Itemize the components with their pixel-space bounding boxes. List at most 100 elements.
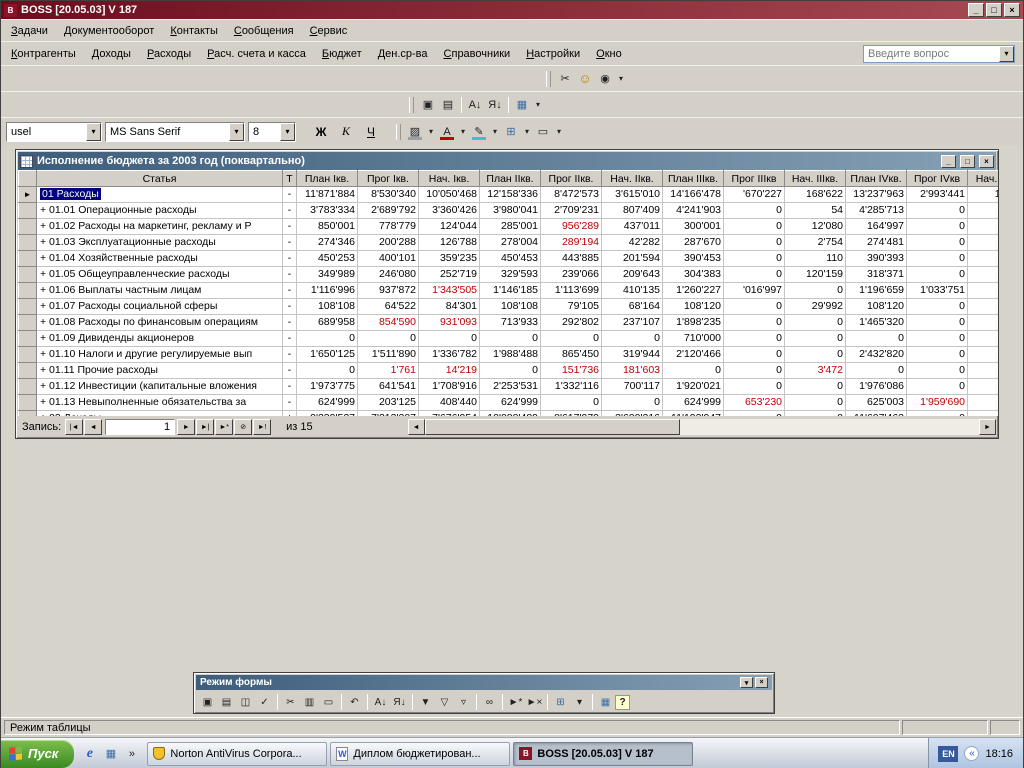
row-selector[interactable] <box>19 203 37 219</box>
font-color-dropdown[interactable]: ▾ <box>457 123 469 141</box>
table-row[interactable]: + 01.08 Расходы по финансовым операциям-… <box>19 315 999 331</box>
value-cell[interactable]: 0 <box>297 363 358 379</box>
value-cell[interactable]: 1'033'751 <box>907 283 968 299</box>
close-button[interactable]: × <box>1004 3 1020 17</box>
value-cell[interactable]: 11'871'884 <box>297 187 358 203</box>
value-cell[interactable]: 3'615'010 <box>602 187 663 203</box>
value-cell[interactable]: 390'453 <box>663 251 724 267</box>
chevron-down-icon[interactable]: ▾ <box>280 123 295 141</box>
value-cell[interactable]: 11'607'463 <box>846 411 907 417</box>
value-cell[interactable]: 110 <box>785 251 846 267</box>
value-cell[interactable]: 0 <box>724 347 785 363</box>
chevron-down-icon[interactable]: ▾ <box>86 123 101 141</box>
database-window-icon[interactable]: ⊞ <box>551 693 570 712</box>
article-cell[interactable]: + 01.09 Дивиденды акционеров <box>37 331 283 347</box>
value-cell[interactable]: 0 <box>724 235 785 251</box>
scissors-icon[interactable]: ✂ <box>555 70 575 88</box>
previous-record-button[interactable]: ◄ <box>84 419 102 435</box>
table-row[interactable]: + 01.12 Инвестиции (капитальные вложения… <box>19 379 999 395</box>
value-cell[interactable]: 0 <box>846 331 907 347</box>
column-header[interactable]: План IIIкв. <box>663 171 724 187</box>
value-cell[interactable]: 624'999 <box>480 395 541 411</box>
value-cell[interactable]: 79'105 <box>541 299 602 315</box>
sort-ascending-icon[interactable]: А↓ <box>371 693 390 712</box>
underline-button[interactable]: Ч <box>360 122 382 142</box>
restore-button[interactable]: □ <box>960 155 975 168</box>
article-cell[interactable]: + 01.08 Расходы по финансовым операциям <box>37 315 283 331</box>
view-icon[interactable]: ▦ <box>512 96 532 114</box>
filter-by-selection-icon[interactable]: ▽ <box>435 693 454 712</box>
value-cell[interactable]: 0 <box>907 235 968 251</box>
value-cell[interactable]: 1'343'505 <box>419 283 480 299</box>
value-cell[interactable]: 292'802 <box>541 315 602 331</box>
menu-item[interactable]: Контакты <box>162 22 226 40</box>
value-cell[interactable]: 2'754 <box>785 235 846 251</box>
value-cell[interactable]: 0 <box>724 251 785 267</box>
table-row[interactable]: + 01.06 Выплаты частным лицам-1'116'9969… <box>19 283 999 299</box>
value-cell[interactable]: 0 <box>419 331 480 347</box>
value-cell[interactable]: 124'044 <box>419 219 480 235</box>
style-combobox[interactable]: usel ▾ <box>6 122 102 142</box>
type-cell[interactable]: - <box>283 203 297 219</box>
row-selector[interactable] <box>19 267 37 283</box>
value-cell[interactable]: 108'120 <box>846 299 907 315</box>
type-cell[interactable]: - <box>283 235 297 251</box>
undo-icon[interactable]: ↶ <box>345 693 364 712</box>
value-cell[interactable]: 3'783'334 <box>297 203 358 219</box>
value-cell[interactable]: 181'603 <box>602 363 663 379</box>
value-cell[interactable]: 0 <box>785 331 846 347</box>
value-cell[interactable]: 246'080 <box>358 267 419 283</box>
type-cell[interactable]: - <box>283 251 297 267</box>
value-cell[interactable]: 4'241'903 <box>663 203 724 219</box>
value-cell[interactable]: 203'125 <box>358 395 419 411</box>
value-cell[interactable]: 710'000 <box>663 331 724 347</box>
value-cell[interactable]: 11'192'947 <box>663 411 724 417</box>
row-selector[interactable] <box>19 379 37 395</box>
value-cell[interactable]: 274'481 <box>846 235 907 251</box>
scroll-right-icon[interactable]: ► <box>979 419 996 435</box>
maximize-button[interactable]: □ <box>986 3 1002 17</box>
value-cell[interactable] <box>968 363 999 379</box>
table-row[interactable]: + 02 Доходы+9'239'5277'213'2077'676'9541… <box>19 411 999 417</box>
font-color-icon[interactable]: А <box>437 123 457 141</box>
line-style-icon[interactable]: ▭ <box>533 123 553 141</box>
value-cell[interactable]: 164'997 <box>846 219 907 235</box>
find-icon[interactable]: ∞ <box>480 693 499 712</box>
toolbar-options-icon[interactable]: ▾ <box>615 70 627 88</box>
article-cell[interactable]: + 01.11 Прочие расходы <box>37 363 283 379</box>
value-cell[interactable]: 168'622 <box>785 187 846 203</box>
column-header[interactable]: Статья <box>37 171 283 187</box>
value-cell[interactable]: 10 <box>968 251 999 267</box>
value-cell[interactable]: 1'146'185 <box>480 283 541 299</box>
value-cell[interactable]: 4'285'713 <box>846 203 907 219</box>
menu-item[interactable]: Задачи <box>3 22 56 40</box>
value-cell[interactable]: 3'360'426 <box>419 203 480 219</box>
article-cell[interactable]: + 01.03 Эксплуатационные расходы <box>37 235 283 251</box>
value-cell[interactable]: 624'999 <box>297 395 358 411</box>
menu-item[interactable]: Окно <box>588 45 630 63</box>
row-selector[interactable] <box>19 395 37 411</box>
type-cell[interactable]: - <box>283 347 297 363</box>
no-filter-button[interactable]: ⊘ <box>234 419 252 435</box>
goto-record-button[interactable]: ►! <box>253 419 271 435</box>
value-cell[interactable]: 713'933 <box>480 315 541 331</box>
value-cell[interactable]: 1'116'996 <box>297 283 358 299</box>
value-cell[interactable]: 0 <box>663 363 724 379</box>
table-row[interactable]: ►01 Расходы-11'871'8848'530'34010'050'46… <box>19 187 999 203</box>
value-cell[interactable] <box>968 331 999 347</box>
internet-explorer-icon[interactable]: e <box>81 745 98 762</box>
value-cell[interactable]: 14'166'478 <box>663 187 724 203</box>
value-cell[interactable]: 2'689'792 <box>358 203 419 219</box>
value-cell[interactable]: 126'788 <box>419 235 480 251</box>
taskbar-task[interactable]: Norton AntiVirus Corpora... <box>147 742 327 766</box>
value-cell[interactable]: 443'885 <box>541 251 602 267</box>
value-cell[interactable]: 624'999 <box>663 395 724 411</box>
value-cell[interactable]: 359'235 <box>419 251 480 267</box>
value-cell[interactable]: 0 <box>785 283 846 299</box>
scrollbar-track[interactable] <box>425 419 979 435</box>
column-header[interactable]: План IIкв. <box>480 171 541 187</box>
value-cell[interactable]: 0 <box>907 267 968 283</box>
value-cell[interactable]: 1'988'488 <box>480 347 541 363</box>
menu-item[interactable]: Документооборот <box>56 22 162 40</box>
value-cell[interactable]: 0 <box>724 267 785 283</box>
